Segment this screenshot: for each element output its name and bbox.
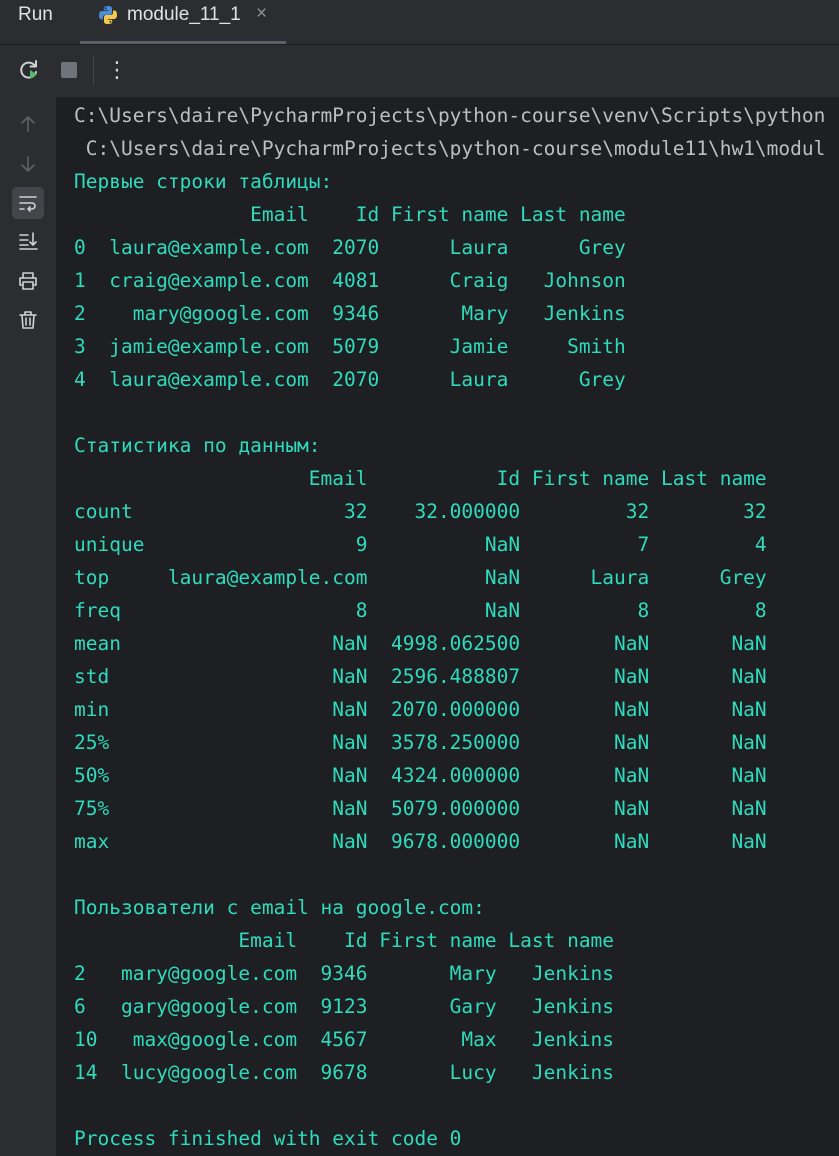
console-line: min NaN 2070.000000 NaN NaN: [74, 698, 767, 721]
console-line: std NaN 2596.488807 NaN NaN: [74, 665, 767, 688]
console-line: 4 laura@example.com 2070 Laura Grey: [74, 368, 626, 391]
rerun-icon[interactable]: [16, 57, 42, 83]
stop-icon[interactable]: [56, 57, 82, 83]
console-line: 25% NaN 3578.250000 NaN NaN: [74, 731, 767, 754]
tab-title: module_11_1: [127, 4, 241, 25]
arrow-down-icon[interactable]: [12, 148, 44, 180]
soft-wrap-icon[interactable]: [12, 187, 44, 219]
console-line: Пользователи с email на google.com:: [74, 896, 485, 919]
console-line: Email Id First name Last name: [74, 929, 615, 952]
console-line: count 32 32.000000 32 32: [74, 500, 767, 523]
console-line: max NaN 9678.000000 NaN NaN: [74, 830, 767, 853]
console-line: mean NaN 4998.062500 NaN NaN: [74, 632, 767, 655]
console-line: 6 gary@google.com 9123 Gary Jenkins: [74, 995, 615, 1018]
console-line: Первые строки таблицы:: [74, 170, 333, 193]
toolbar-separator: [93, 55, 94, 85]
console-line-script-path: C:\Users\daire\PycharmProjects\python-co…: [74, 137, 826, 160]
console-line: top laura@example.com NaN Laura Grey: [74, 566, 767, 589]
tool-window-header: Run module_11_1 ×: [0, 0, 839, 45]
console-line: Email Id First name Last name: [74, 203, 626, 226]
scroll-to-end-icon[interactable]: [12, 225, 44, 257]
console-line: 75% NaN 5079.000000 NaN NaN: [74, 797, 767, 820]
close-icon[interactable]: ×: [256, 3, 267, 25]
console-side-toolbar: [0, 97, 56, 1156]
console-line: Статистика по данным:: [74, 434, 321, 457]
console-line: 3 jamie@example.com 5079 Jamie Smith: [74, 335, 626, 358]
console-line: 10 max@google.com 4567 Max Jenkins: [74, 1028, 615, 1051]
console-line: 1 craig@example.com 4081 Craig Johnson: [74, 269, 626, 292]
console-line-interpreter-path: C:\Users\daire\PycharmProjects\python-co…: [74, 104, 826, 127]
run-toolbar: ⋮: [0, 45, 839, 97]
console-line: 2 mary@google.com 9346 Mary Jenkins: [74, 962, 615, 985]
trash-icon[interactable]: [12, 304, 44, 336]
active-tab-indicator: [80, 41, 286, 44]
console-line: 0 laura@example.com 2070 Laura Grey: [74, 236, 626, 259]
arrow-up-icon[interactable]: [12, 108, 44, 140]
console-line: 14 lucy@google.com 9678 Lucy Jenkins: [74, 1061, 615, 1084]
python-icon: [97, 4, 119, 26]
print-icon[interactable]: [12, 265, 44, 297]
more-vertical-icon[interactable]: ⋮: [104, 57, 130, 83]
console-line: unique 9 NaN 7 4: [74, 533, 767, 556]
console-line: 50% NaN 4324.000000 NaN NaN: [74, 764, 767, 787]
run-tool-window-title[interactable]: Run: [18, 4, 53, 26]
console-line: Email Id First name Last name: [74, 467, 767, 490]
console-line: 2 mary@google.com 9346 Mary Jenkins: [74, 302, 626, 325]
console-line: freq 8 NaN 8 8: [74, 599, 767, 622]
tab-module-11-1[interactable]: module_11_1 ×: [80, 0, 286, 44]
console-output[interactable]: C:\Users\daire\PycharmProjects\python-co…: [56, 97, 839, 1156]
console-line-exit-status: Process finished with exit code 0: [74, 1127, 462, 1150]
